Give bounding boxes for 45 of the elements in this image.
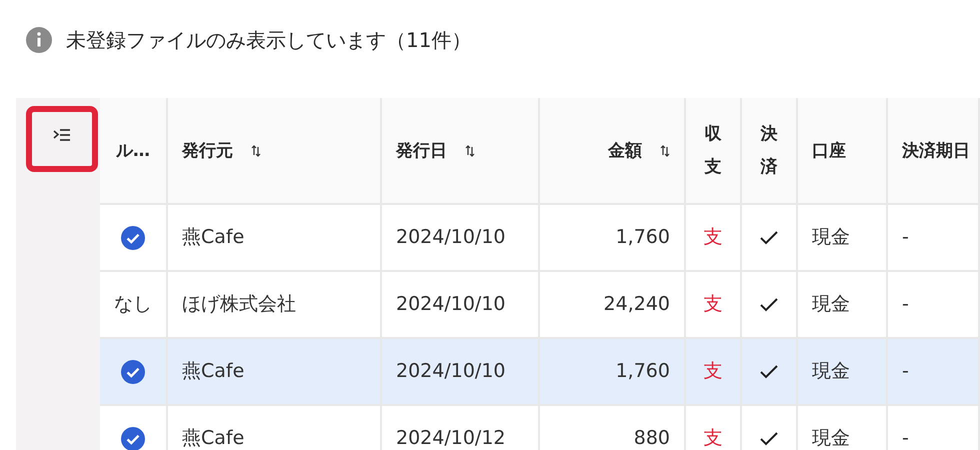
table-cell: 2024/10/10 <box>396 362 506 381</box>
table-cell: 現金 <box>812 362 850 381</box>
check-circle-icon <box>121 360 145 384</box>
table-cell: 1,760 <box>616 228 670 247</box>
column-settings-button[interactable] <box>26 106 98 172</box>
table-cell: なし <box>114 295 152 314</box>
notice-text: 未登録ファイルのみ表示しています（11件） <box>66 26 472 54</box>
table-cell: 現金 <box>812 228 850 247</box>
table-cell: 880 <box>634 429 670 448</box>
table-row[interactable]: なし ほげ株式会社 2024/10/10 24,240 支 現金 - <box>100 272 980 339</box>
check-circle-icon <box>121 226 145 250</box>
table-cell: - <box>902 362 909 381</box>
sort-icon <box>465 144 475 156</box>
table-cell: 燕Cafe <box>182 228 244 247</box>
column-header: 口座 <box>798 98 888 205</box>
sort-icon <box>660 144 670 156</box>
table-cell: ほげ株式会社 <box>182 295 296 314</box>
table-cell: 支 <box>704 429 722 448</box>
table-cell: 2024/10/10 <box>396 295 506 314</box>
info-icon <box>26 27 52 53</box>
column-header: ル… <box>100 98 168 205</box>
table-cell: 2024/10/10 <box>396 228 506 247</box>
table-cell: - <box>902 295 909 314</box>
table-cell: 燕Cafe <box>182 429 244 448</box>
sort-icon <box>251 144 261 156</box>
column-header: 収支 <box>686 98 742 205</box>
column-header: 決済 <box>742 98 798 205</box>
table-cell: 1,760 <box>616 362 670 381</box>
column-header[interactable]: 発行日 <box>382 98 540 205</box>
table-cell: - <box>902 429 909 448</box>
column-header[interactable]: 発行元 <box>168 98 382 205</box>
table-cell: 24,240 <box>604 295 670 314</box>
table-cell: 支 <box>704 228 722 247</box>
table-cell: 2024/10/12 <box>396 429 506 448</box>
table-cell: 現金 <box>812 295 850 314</box>
table-row[interactable]: 燕Cafe 2024/10/10 1,760 支 現金 - <box>100 205 980 272</box>
list-indent-icon <box>52 128 72 142</box>
column-header[interactable]: 金額 <box>540 98 686 205</box>
table-cell: 支 <box>704 362 722 381</box>
table-cell: 燕Cafe <box>182 362 244 381</box>
table-row[interactable]: 燕Cafe 2024/10/10 1,760 支 現金 - <box>100 339 980 406</box>
table-cell: 現金 <box>812 429 850 448</box>
table-cell: 支 <box>704 295 722 314</box>
column-header: 決済期日 <box>888 98 980 205</box>
table-cell: - <box>902 228 909 247</box>
